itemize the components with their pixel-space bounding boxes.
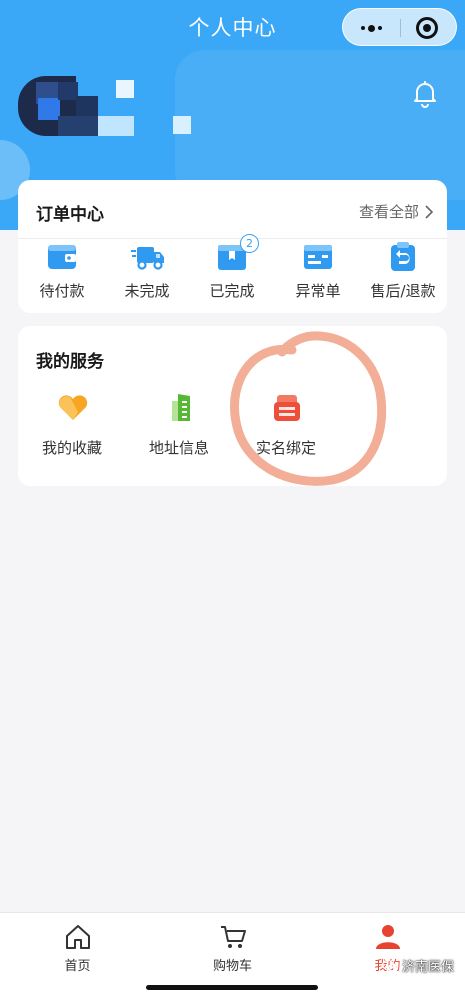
service-favorites[interactable]: 我的收藏 bbox=[18, 392, 126, 462]
order-center-card: 订单中心 查看全部 待付款 未完成 2 已完成 异常单 售后/退款 bbox=[18, 180, 447, 313]
service-item-label: 实名绑定 bbox=[255, 439, 316, 457]
order-item-label: 待付款 bbox=[39, 282, 85, 300]
order-incomplete[interactable]: 未完成 bbox=[104, 242, 190, 304]
service-address-info[interactable]: 地址信息 bbox=[125, 392, 233, 462]
miniprogram-capsule bbox=[342, 8, 457, 46]
id-printer-icon bbox=[274, 395, 300, 421]
order-item-label: 未完成 bbox=[124, 282, 170, 300]
order-item-label: 售后/退款 bbox=[370, 282, 436, 300]
card-icon bbox=[304, 245, 332, 269]
order-completed[interactable]: 2 已完成 bbox=[189, 234, 275, 304]
order-exception[interactable]: 异常单 bbox=[275, 242, 361, 304]
service-real-name-binding[interactable]: 实名绑定 bbox=[232, 392, 340, 462]
close-target-icon[interactable] bbox=[416, 17, 438, 39]
heart-icon bbox=[58, 395, 88, 420]
delivery-truck-icon bbox=[131, 247, 164, 270]
tab-cart[interactable]: 购物车 bbox=[155, 913, 310, 974]
chevron-right-icon bbox=[425, 204, 433, 219]
home-icon bbox=[66, 925, 90, 949]
more-dots-icon[interactable] bbox=[343, 9, 400, 47]
bell-icon[interactable] bbox=[412, 80, 438, 108]
card-divider bbox=[18, 238, 447, 239]
tab-label: 购物车 bbox=[212, 959, 252, 974]
order-pending-payment[interactable]: 待付款 bbox=[19, 242, 105, 304]
return-clipboard-icon bbox=[391, 242, 415, 271]
service-item-label: 地址信息 bbox=[148, 439, 209, 457]
capsule-divider bbox=[400, 19, 401, 37]
order-center-title: 订单中心 bbox=[36, 205, 104, 225]
my-services-card: 我的服务 我的收藏 地址信息 实名绑定 bbox=[18, 326, 447, 486]
person-icon bbox=[376, 925, 400, 949]
avatar[interactable] bbox=[18, 76, 193, 148]
cart-icon bbox=[221, 926, 246, 948]
view-all-orders-link[interactable]: 查看全部 bbox=[359, 201, 433, 222]
order-item-label: 已完成 bbox=[209, 282, 255, 300]
tab-label: 首页 bbox=[64, 959, 91, 974]
service-item-label: 我的收藏 bbox=[41, 439, 102, 457]
wechat-icon bbox=[382, 959, 398, 972]
completed-count-badge: 2 bbox=[240, 234, 259, 253]
building-icon bbox=[172, 394, 190, 421]
wallet-icon bbox=[48, 245, 76, 269]
watermark-text: 济南医保 bbox=[402, 960, 455, 975]
tab-home[interactable]: 首页 bbox=[0, 913, 155, 974]
order-item-label: 异常单 bbox=[295, 282, 341, 300]
view-all-label: 查看全部 bbox=[358, 203, 419, 221]
header-decoration bbox=[175, 50, 465, 200]
source-watermark: 济南医保 bbox=[382, 956, 454, 975]
home-indicator bbox=[146, 985, 318, 990]
order-after-sales-refund[interactable]: 售后/退款 bbox=[360, 242, 446, 304]
my-services-title: 我的服务 bbox=[36, 352, 104, 372]
